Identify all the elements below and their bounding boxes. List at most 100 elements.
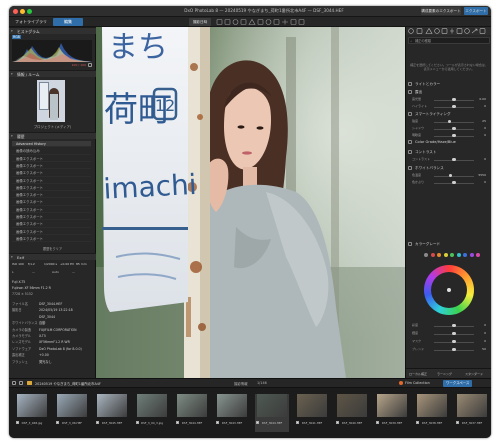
history-item[interactable]: 画像エクスポート (12, 192, 91, 199)
section-toggle-icon[interactable] (408, 166, 412, 171)
filmstrip-thumbnail[interactable]: DSF_3_04_3.jpg (135, 394, 169, 432)
history-item[interactable]: 画像の読み込み (12, 148, 91, 155)
history-item[interactable]: Advanced History (12, 141, 91, 148)
slider-handle[interactable] (452, 324, 456, 328)
filmstrip-thumbnail[interactable]: DSF_3_06.HEF (55, 394, 89, 432)
slider-handle[interactable] (452, 105, 456, 109)
section-toggle-icon[interactable] (408, 242, 412, 247)
adjustment-slider[interactable]: コントラスト 0 (412, 157, 486, 163)
history-item[interactable]: 画像エクスポート (12, 221, 91, 228)
adjustment-slider[interactable]: 色かぶり 0 (412, 180, 486, 186)
color-swatch[interactable] (437, 253, 441, 257)
history-item[interactable]: 画像エクスポート (12, 199, 91, 206)
color-swatch[interactable] (430, 253, 435, 257)
workspace-button[interactable]: ワークスペース (443, 380, 473, 387)
slider-value[interactable]: 50 (482, 347, 486, 353)
color-swatch[interactable] (424, 253, 428, 257)
viewer-tool-icons[interactable] (215, 18, 335, 26)
section-toggle-icon[interactable] (408, 140, 412, 145)
section-toggle-icon[interactable] (408, 82, 412, 87)
history-item[interactable]: 画像エクスポート (12, 170, 91, 177)
exif-header[interactable]: ▾ Exif (9, 253, 96, 260)
correction-tab-icons[interactable] (406, 27, 491, 35)
tab-customize[interactable]: 編集 (53, 18, 83, 26)
color-wheel[interactable] (424, 265, 474, 315)
correction-search-input[interactable]: ⌕ 補正の種類 (408, 37, 490, 44)
filmstrip-thumbnail[interactable]: DSF_3040.HEF (335, 394, 369, 432)
adjustment-slider[interactable]: 彩度 0 (412, 323, 486, 329)
slider-handle[interactable] (452, 332, 456, 336)
filmstrip-thumbnail[interactable]: DSF_3037.HEF (455, 394, 489, 432)
color-swatch[interactable] (476, 253, 480, 257)
adjustment-slider[interactable]: 露光量 0.00 (412, 97, 486, 103)
slider-value[interactable]: 5550 (478, 173, 486, 179)
bottom-tool-button[interactable]: ラーニング (437, 372, 452, 376)
zoom-window-button[interactable] (27, 9, 32, 14)
color-swatch[interactable] (463, 253, 467, 257)
slider-value[interactable]: 0 (484, 126, 486, 132)
adjustment-slider[interactable]: 強度 25 (412, 119, 486, 125)
slider-value[interactable]: 0 (484, 104, 486, 110)
filmstrip-thumbnail[interactable]: DSF_3039.HEF (375, 394, 409, 432)
correction-section-header[interactable]: ホワイトバランス (406, 165, 491, 171)
color-swatch[interactable] (469, 253, 474, 257)
slider-handle[interactable] (452, 181, 456, 185)
main-image-viewer[interactable]: 12 まち 荷町 imachi (96, 27, 405, 378)
history-item[interactable]: 画像エクスポート (12, 156, 91, 162)
history-item[interactable]: 画像エクスポート (12, 214, 91, 221)
slider-handle[interactable] (452, 134, 456, 138)
adjustment-slider[interactable]: 輝度 0 (412, 331, 486, 337)
adjustment-slider[interactable]: マスク 0 (412, 339, 486, 345)
color-swatch[interactable] (450, 253, 454, 257)
correction-section-header[interactable]: 露出 (406, 89, 491, 95)
sort-icon[interactable] (19, 381, 23, 385)
color-swatch-row[interactable] (424, 253, 490, 259)
history-item[interactable]: 画像エクスポート (12, 185, 91, 192)
export-button[interactable]: エクスポート (464, 7, 488, 15)
bottom-tool-button[interactable]: スタンダード (465, 372, 483, 376)
section-toggle-icon[interactable] (408, 150, 412, 155)
slider-handle[interactable] (452, 340, 456, 344)
info-header[interactable]: ▾ 情報 / ルーム (9, 70, 96, 77)
filmstrip-thumbnail[interactable]: DSF_3044.HEF (175, 394, 209, 432)
close-window-button[interactable] (13, 9, 18, 14)
slider-value[interactable]: 0 (484, 339, 486, 345)
history-item[interactable]: 画像エクスポート (12, 163, 91, 170)
slider-handle[interactable] (449, 174, 453, 178)
history-clear-button[interactable]: 履歴をクリア (9, 246, 96, 251)
slider-handle[interactable] (452, 158, 456, 162)
filmstrip-info-label[interactable]: 撮影情報 (234, 381, 248, 386)
color-wheel-handle[interactable] (447, 288, 451, 292)
slider-value[interactable]: 0 (484, 323, 486, 329)
adjustment-slider[interactable]: 明瞭度 0 (412, 133, 486, 139)
export-to-disk-button[interactable]: 構成要素のエクスポート (421, 7, 461, 15)
history-item[interactable]: 画像エクスポート (12, 207, 91, 214)
slider-track[interactable] (434, 121, 474, 123)
correction-section-header[interactable]: スマートライティング (406, 111, 491, 117)
slider-handle[interactable] (452, 98, 456, 102)
history-item[interactable]: 画像エクスポート (12, 236, 91, 243)
filmstrip-thumbnail[interactable]: DSF_3045.HEF (95, 394, 129, 432)
history-item[interactable]: 画像エクスポート (12, 229, 91, 235)
minimize-window-button[interactable] (20, 9, 25, 14)
filter-icon[interactable] (12, 381, 16, 385)
adjustment-slider[interactable]: 色温度 5550 (412, 173, 486, 179)
clipping-warning-icon[interactable] (88, 63, 92, 67)
film-collection-button[interactable]: Film Collection (405, 381, 430, 385)
history-header[interactable]: ▾ 履歴 (9, 132, 96, 139)
section-toggle-icon[interactable] (408, 112, 412, 117)
sort-dropdown[interactable]: 撮影日時 (189, 18, 211, 26)
slider-handle[interactable] (447, 120, 451, 124)
slider-track[interactable] (434, 175, 474, 177)
slider-value[interactable]: 0 (484, 157, 486, 163)
histogram-channel-label[interactable]: RGB (12, 35, 21, 39)
slider-value[interactable]: 0 (484, 331, 486, 337)
correction-section-header[interactable]: ライトとカラー (406, 81, 491, 87)
adjustment-slider[interactable]: ハイライト 0 (412, 104, 486, 110)
section-toggle-icon[interactable] (408, 90, 412, 95)
slider-value[interactable]: 0.00 (479, 97, 486, 103)
slider-value[interactable]: 0 (484, 133, 486, 139)
tab-photo-library[interactable]: フォトライブラリ (11, 18, 51, 26)
slider-value[interactable]: 0 (484, 180, 486, 186)
filmstrip-thumbnail[interactable]: DSF_3041.HEF (295, 394, 329, 432)
